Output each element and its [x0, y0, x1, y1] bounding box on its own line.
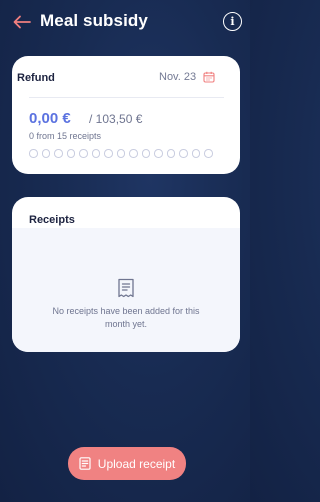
receipt-progress-dot — [29, 149, 38, 158]
upload-button-label: Upload receipt — [97, 456, 176, 471]
receipt-progress-dot — [166, 149, 175, 158]
receipt-progress-dot — [91, 149, 100, 158]
receipt-progress-dot — [141, 149, 150, 158]
receipt-progress-dot — [204, 149, 213, 158]
calendar-icon[interactable] — [203, 71, 215, 83]
receipt-progress-dot — [54, 149, 63, 158]
arrow-left-icon — [13, 15, 31, 29]
receipt-progress-dot — [191, 149, 200, 158]
receipt-progress-dot — [104, 149, 113, 158]
receipt-icon — [118, 278, 134, 298]
info-button[interactable]: i — [223, 12, 242, 31]
receipt-progress-dots — [29, 149, 229, 159]
month-selector[interactable]: Nov. 23 — [159, 71, 196, 83]
header-bar: Meal subsidy i — [0, 0, 250, 46]
empty-message: No receipts have been added for this mon… — [52, 306, 200, 329]
receipt-progress-dot — [41, 149, 50, 158]
receipt-progress-dot — [129, 149, 138, 158]
receipt-upload-icon — [79, 457, 91, 470]
refund-label: Refund — [17, 72, 55, 84]
receipt-progress-dot — [179, 149, 188, 158]
receipts-label: Receipts — [29, 214, 75, 226]
refund-total: / 103,50 € — [89, 112, 143, 126]
back-button[interactable] — [10, 10, 34, 34]
page-title: Meal subsidy — [40, 11, 148, 30]
receipt-progress-dot — [66, 149, 75, 158]
receipt-progress-dot — [79, 149, 88, 158]
receipt-count: 0 from 15 receipts — [29, 131, 102, 141]
refund-divider — [29, 97, 224, 98]
receipt-progress-dot — [154, 149, 163, 158]
upload-receipt-button[interactable]: Upload receipt — [68, 447, 186, 480]
refund-amount: 0,00 € — [29, 110, 71, 127]
receipt-progress-dot — [116, 149, 125, 158]
info-icon: i — [230, 15, 235, 28]
